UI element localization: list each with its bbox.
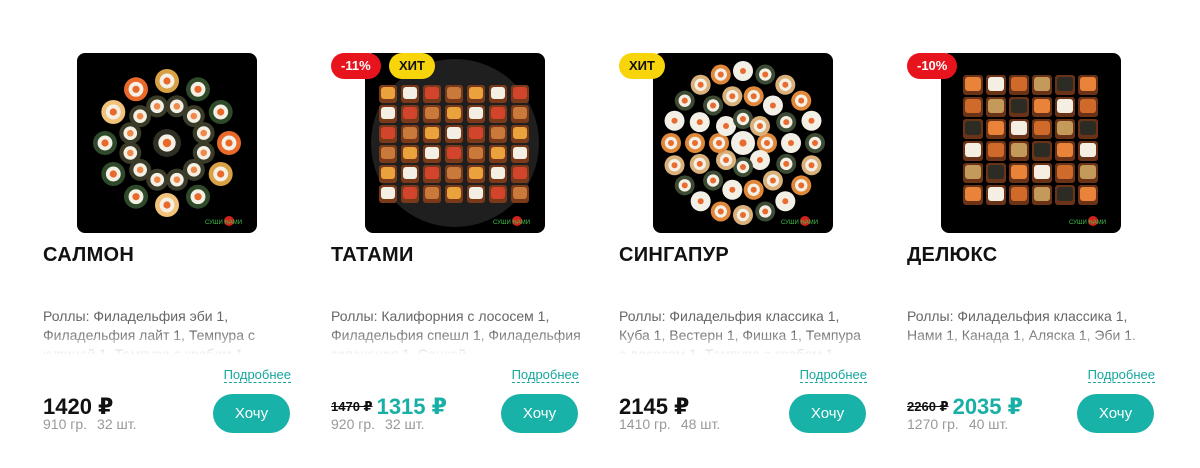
product-card[interactable]: СУШИ НАМИ ХИТ СИНГАПУР Роллы: Филадельфи…: [619, 0, 869, 468]
hit-badge: ХИТ: [389, 53, 435, 79]
brand-watermark: СУШИ НАМИ: [205, 220, 242, 226]
product-title[interactable]: ТАТАМИ: [331, 244, 414, 267]
details-link[interactable]: Подробнее: [511, 367, 579, 383]
sushi-platter-image: СУШИ НАМИ: [963, 75, 1106, 226]
piece-count: 32 шт.: [385, 416, 425, 432]
sushi-platter-image: СУШИ НАМИ: [661, 61, 825, 226]
details-link[interactable]: Подробнее: [1087, 367, 1155, 383]
sushi-platter-image: СУШИ НАМИ: [93, 69, 242, 226]
product-description: Роллы: Калифорния с лососем 1, Филадельф…: [331, 308, 581, 355]
sushi-platter-image: СУШИ НАМИ: [371, 59, 539, 227]
brand-watermark: СУШИ НАМИ: [1069, 220, 1106, 226]
sale-badge: -11%: [331, 53, 381, 79]
product-image[interactable]: СУШИ НАМИ: [365, 53, 545, 233]
want-button[interactable]: Хочу: [1077, 394, 1154, 433]
product-title[interactable]: САЛМОН: [43, 244, 134, 267]
details-link[interactable]: Подробнее: [223, 367, 291, 383]
product-card[interactable]: СУШИ НАМИ -10% ДЕЛЮКС Роллы: Филадельфия…: [907, 0, 1157, 468]
old-price: 1470 ₽: [331, 399, 373, 414]
product-meta: 920 гр. 32 шт.: [331, 416, 424, 432]
weight: 920 гр.: [331, 416, 376, 432]
hit-badge: ХИТ: [619, 53, 665, 79]
details-link[interactable]: Подробнее: [799, 367, 867, 383]
want-button[interactable]: Хочу: [501, 394, 578, 433]
piece-count: 40 шт.: [968, 416, 1009, 432]
product-title[interactable]: ДЕЛЮКС: [907, 244, 997, 267]
piece-count: 32 шт.: [97, 416, 137, 432]
product-description: Роллы: Филадельфия классика 1, Куба 1, В…: [619, 307, 869, 355]
weight: 910 гр.: [43, 416, 88, 432]
old-price: 2260 ₽: [907, 399, 949, 414]
product-card[interactable]: СУШИ НАМИ -11% ХИТ ТАТАМИ Роллы: Калифорн…: [331, 0, 581, 468]
brand-watermark: СУШИ НАМИ: [493, 220, 530, 226]
product-image[interactable]: СУШИ НАМИ: [941, 53, 1121, 233]
product-title[interactable]: СИНГАПУР: [619, 244, 729, 267]
product-card[interactable]: СУШИ НАМИ САЛМОН Роллы: Филадельфия эби …: [43, 0, 293, 468]
product-meta: 910 гр. 32 шт.: [43, 416, 136, 432]
product-meta: 1270 гр. 40 шт.: [907, 416, 1008, 432]
weight: 1270 гр.: [907, 416, 959, 432]
piece-count: 48 шт.: [680, 416, 721, 432]
product-image[interactable]: СУШИ НАМИ: [77, 53, 257, 233]
product-description: Роллы: Филадельфия классика 1, Нами 1, К…: [907, 307, 1157, 355]
brand-watermark: СУШИ НАМИ: [781, 220, 818, 226]
sale-badge: -10%: [907, 53, 958, 79]
want-button[interactable]: Хочу: [789, 394, 866, 433]
product-meta: 1410 гр. 48 шт.: [619, 416, 720, 432]
want-button[interactable]: Хочу: [213, 394, 290, 433]
product-description: Роллы: Филадельфия эби 1, Филадельфия ла…: [43, 307, 293, 355]
weight: 1410 гр.: [619, 416, 671, 432]
product-image[interactable]: СУШИ НАМИ: [653, 53, 833, 233]
